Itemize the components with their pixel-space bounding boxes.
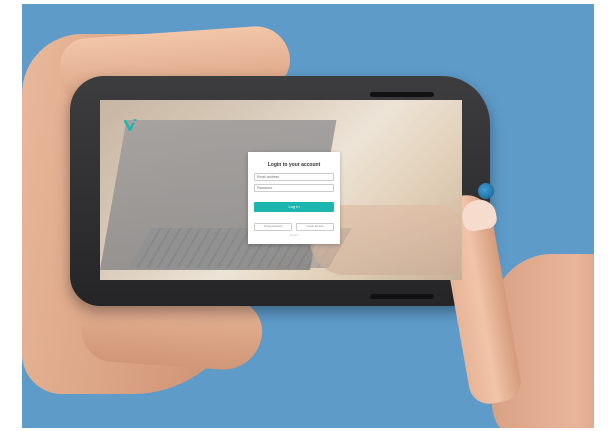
photo-scene: Login to your account Log In Forgot pass… — [22, 4, 594, 428]
home-button[interactable] — [478, 183, 494, 199]
login-links: Forgot password Create account — [254, 223, 334, 231]
login-card: Login to your account Log In Forgot pass… — [248, 152, 340, 244]
password-input[interactable] — [254, 184, 334, 192]
speaker-grille-bottom — [370, 294, 434, 299]
v-check-logo-icon — [124, 119, 137, 132]
login-button[interactable]: Log In — [254, 201, 334, 212]
create-account-link[interactable]: Create account — [296, 223, 334, 231]
phone-screen: Login to your account Log In Forgot pass… — [100, 100, 462, 280]
email-input[interactable] — [254, 173, 334, 181]
login-footer: Privacy — [289, 234, 299, 237]
speaker-grille-top — [370, 92, 434, 97]
forgot-password-link[interactable]: Forgot password — [254, 223, 292, 231]
login-title: Login to your account — [267, 162, 321, 168]
